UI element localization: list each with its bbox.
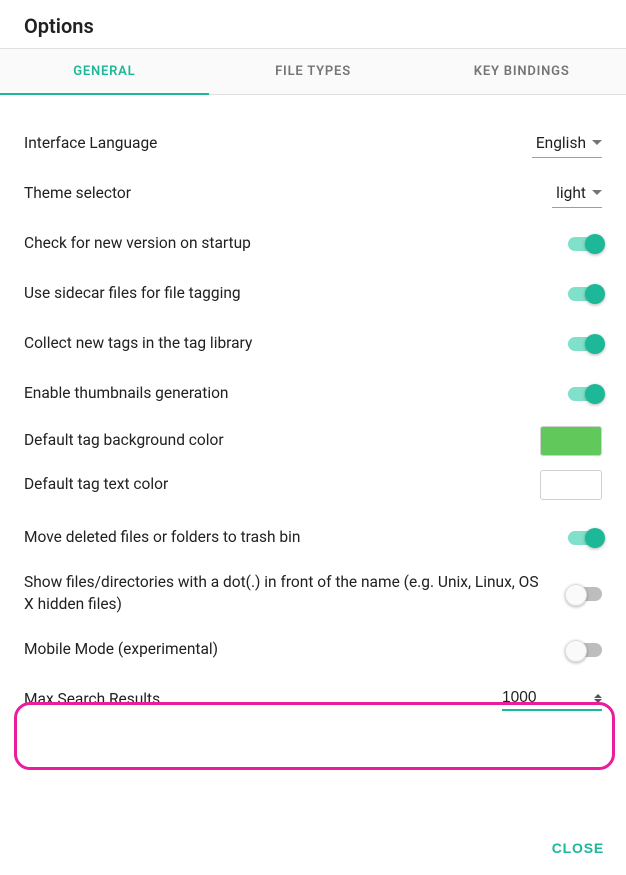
label-sidecar: Use sidecar files for file tagging [24,283,568,305]
chevron-down-icon [592,190,602,195]
label-tag-text-color: Default tag text color [24,474,540,496]
toggle-sidecar[interactable] [568,287,602,301]
label-thumbnails: Enable thumbnails generation [24,383,568,405]
input-max-search-wrap [502,689,602,711]
select-interface-language[interactable]: English [532,131,602,158]
select-value: light [556,184,586,202]
label-theme-selector: Theme selector [24,183,552,205]
label-interface-language: Interface Language [24,133,532,155]
row-theme-selector: Theme selector light [24,169,602,219]
toggle-collect-tags[interactable] [568,337,602,351]
chevron-down-icon [592,140,602,145]
row-interface-language: Interface Language English [24,119,602,169]
row-thumbnails: Enable thumbnails generation [24,369,602,419]
row-trash: Move deleted files or folders to trash b… [24,513,602,563]
label-show-hidden: Show files/directories with a dot(.) in … [24,572,568,615]
label-trash: Move deleted files or folders to trash b… [24,527,568,549]
toggle-trash[interactable] [568,531,602,545]
label-tag-bg-color: Default tag background color [24,430,540,452]
swatch-tag-text-color[interactable] [540,470,602,500]
tab-key-bindings[interactable]: KEY BINDINGS [417,49,626,94]
label-check-version: Check for new version on startup [24,233,568,255]
dialog-footer: CLOSE [530,820,626,875]
tab-file-types[interactable]: FILE TYPES [209,49,418,94]
row-sidecar: Use sidecar files for file tagging [24,269,602,319]
toggle-mobile-mode[interactable] [568,643,602,657]
swatch-tag-bg-color[interactable] [540,426,602,456]
number-spinner [594,694,602,703]
dialog-header: Options [0,0,626,48]
tabs-bar: GENERAL FILE TYPES KEY BINDINGS [0,48,626,95]
row-mobile-mode: Mobile Mode (experimental) [24,625,602,675]
close-button[interactable]: CLOSE [552,840,604,856]
toggle-thumbnails[interactable] [568,387,602,401]
toggle-check-version[interactable] [568,237,602,251]
row-max-search: Max Search Results [24,675,602,725]
select-value: English [536,134,586,152]
tab-general[interactable]: GENERAL [0,49,209,94]
label-collect-tags: Collect new tags in the tag library [24,333,568,355]
spinner-down-icon[interactable] [594,699,602,703]
label-max-search: Max Search Results [24,689,502,711]
settings-panel: Interface Language English Theme selecto… [0,95,626,725]
select-theme[interactable]: light [552,181,602,208]
tab-label: FILE TYPES [275,64,351,79]
row-tag-bg-color: Default tag background color [24,419,602,463]
row-show-hidden: Show files/directories with a dot(.) in … [24,563,602,625]
dialog-title: Options [24,14,602,38]
label-mobile-mode: Mobile Mode (experimental) [24,639,568,661]
row-check-version: Check for new version on startup [24,219,602,269]
toggle-show-hidden[interactable] [568,587,602,601]
close-button-label: CLOSE [552,840,604,856]
spinner-up-icon[interactable] [594,694,602,698]
row-tag-text-color: Default tag text color [24,463,602,507]
row-collect-tags: Collect new tags in the tag library [24,319,602,369]
input-max-search[interactable] [502,689,572,707]
tab-label: KEY BINDINGS [474,64,570,79]
tab-label: GENERAL [73,64,135,79]
